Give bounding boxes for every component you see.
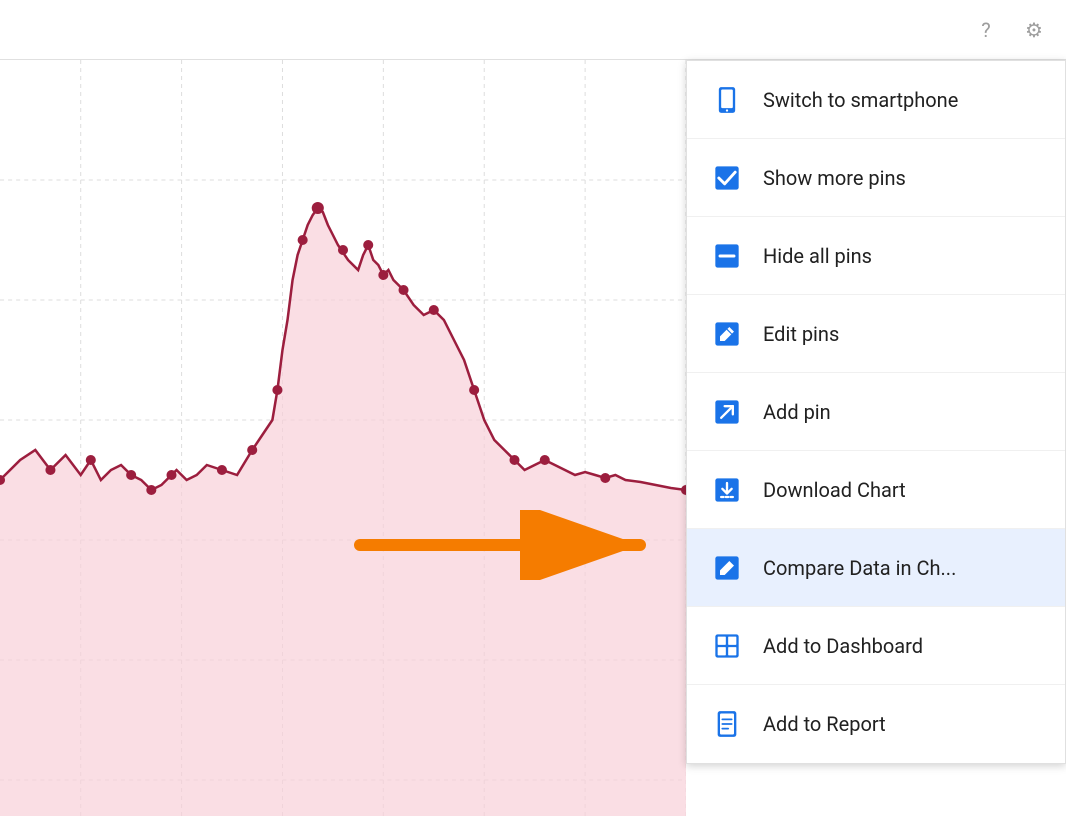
menu-item-add-dashboard[interactable]: Add to Dashboard [687,607,1065,685]
menu-label-add-report: Add to Report [763,712,886,736]
menu-item-download-chart[interactable]: Download Chart [687,451,1065,529]
menu-label-show-more-pins: Show more pins [763,166,906,190]
settings-icon[interactable]: ⚙ [1018,14,1050,46]
checkbox-checked-icon [711,162,743,194]
menu-item-switch-smartphone[interactable]: Switch to smartphone [687,61,1065,139]
edit-pin-icon [711,318,743,350]
compare-icon [711,552,743,584]
menu-label-download-chart: Download Chart [763,478,906,502]
smartphone-icon [711,84,743,116]
main-container: ? ⚙ [0,0,1066,816]
menu-label-edit-pins: Edit pins [763,322,839,346]
top-bar: ? ⚙ [0,0,1066,60]
menu-label-compare-data: Compare Data in Ch... [763,556,956,580]
help-icon[interactable]: ? [970,14,1002,46]
menu-item-add-pin[interactable]: Add pin [687,373,1065,451]
menu-item-add-report[interactable]: Add to Report [687,685,1065,763]
menu-item-hide-all-pins[interactable]: Hide all pins [687,217,1065,295]
add-pin-icon [711,396,743,428]
download-icon [711,474,743,506]
menu-label-hide-all-pins: Hide all pins [763,244,872,268]
report-icon [711,708,743,740]
menu-label-add-dashboard: Add to Dashboard [763,634,923,658]
menu-label-add-pin: Add pin [763,400,831,424]
menu-item-compare-data[interactable]: Compare Data in Ch... [687,529,1065,607]
minus-square-icon [711,240,743,272]
menu-item-edit-pins[interactable]: Edit pins [687,295,1065,373]
menu-label-switch-smartphone: Switch to smartphone [763,88,958,112]
menu-item-show-more-pins[interactable]: Show more pins [687,139,1065,217]
dashboard-icon [711,630,743,662]
chart-area [0,60,686,816]
context-menu: Switch to smartphone Show more pins Hide… [686,60,1066,764]
